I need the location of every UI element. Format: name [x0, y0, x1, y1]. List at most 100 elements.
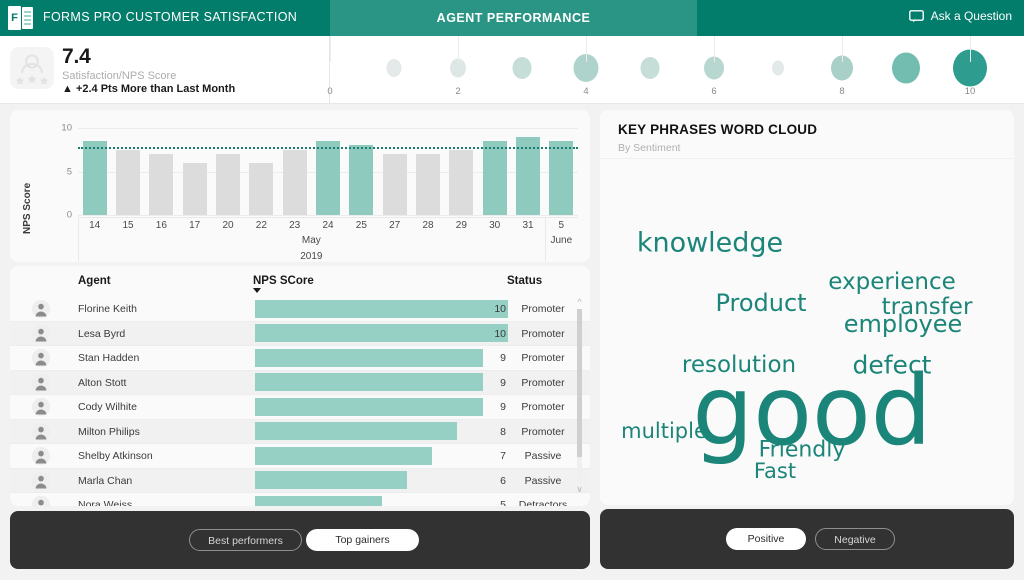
chart-bar[interactable] [249, 162, 274, 215]
chart-gridline [78, 215, 578, 216]
chart-bar[interactable] [149, 154, 174, 215]
chart-bar[interactable] [116, 149, 140, 215]
scroll-down-icon[interactable]: ∨ [575, 485, 584, 494]
chart-bar[interactable] [216, 154, 240, 215]
chart-year-label: 2019 [300, 251, 323, 262]
status-badge: Promoter [521, 303, 565, 315]
bubble-axis-tick [842, 36, 843, 62]
chat-bubble-icon [908, 9, 924, 23]
nps-score-bar [255, 495, 382, 506]
agent-name: Nora Weiss [78, 499, 133, 506]
chart-bar[interactable] [416, 154, 440, 215]
chart-x-tick: 31 [522, 220, 534, 231]
table-row[interactable]: Alton Stott 9 Promoter [10, 370, 590, 395]
bubble-axis-label: 8 [839, 86, 845, 97]
word-cloud-word[interactable]: resolution [682, 352, 796, 378]
chart-bar[interactable] [82, 141, 107, 215]
chart-gridline [78, 128, 578, 129]
agent-name: Shelby Atkinson [78, 450, 153, 462]
chart-bar[interactable] [549, 141, 574, 215]
nps-score-bar [255, 324, 508, 342]
agent-name: Stan Hadden [78, 352, 140, 364]
chart-reference-line [78, 147, 578, 150]
chart-x-tick: 17 [189, 220, 201, 231]
avatar-icon [32, 324, 50, 343]
column-header-status[interactable]: Status [507, 275, 542, 287]
table-row[interactable]: Florine Keith 10 Promoter [10, 297, 590, 322]
column-header-nps[interactable]: NPS SCore [253, 275, 314, 287]
chart-y-tick: 0 [66, 209, 72, 221]
logo-letter: F [8, 6, 21, 30]
score-distribution-bubbles: 0 2 4 6 8 10 [327, 36, 1024, 103]
negative-sentiment-button[interactable]: Negative [815, 528, 895, 550]
word-cloud-word[interactable]: experience [828, 269, 955, 295]
best-performers-button[interactable]: Best performers [189, 529, 302, 551]
nps-trend-chart[interactable]: NPS Score 0 5 10 14 15 16 17 20 22 23 24 25 27 28 29 30… [10, 110, 590, 262]
status-badge: Passive [524, 450, 562, 462]
avatar-icon [32, 349, 50, 367]
status-badge: Promoter [521, 401, 565, 413]
sort-descending-icon [253, 288, 261, 293]
status-badge: Promoter [521, 425, 565, 438]
avatar-icon [32, 496, 50, 506]
table-row[interactable]: Lesa Byrd 10 Promoter [10, 321, 590, 346]
table-row[interactable]: Nora Weiss 5 Detractors [10, 493, 590, 506]
nps-trend-card: NPS Score 0 5 10 14 15 16 17 20 22 23 24 25 27 28 29 30… [10, 110, 590, 262]
scrollbar-thumb[interactable] [577, 309, 582, 457]
score-bubble-1[interactable] [386, 59, 402, 77]
table-row[interactable]: Stan Hadden 9 Promoter [10, 346, 590, 371]
agent-table-card: Agent NPS SCore Status Florine Keith 10 Pr… [10, 266, 590, 506]
table-row[interactable]: Milton Philips 8 Promoter [10, 419, 590, 444]
chart-x-tick: 16 [155, 220, 167, 231]
scroll-up-icon[interactable]: ^ [575, 298, 584, 307]
avatar-icon [32, 422, 50, 441]
agent-name: Florine Keith [78, 303, 137, 315]
bubble-axis-label: 10 [964, 86, 976, 97]
nps-score-value: 7 [500, 450, 506, 462]
word-cloud-word[interactable]: employee [844, 310, 962, 338]
column-header-agent[interactable]: Agent [78, 275, 111, 287]
score-bubble-3[interactable] [512, 57, 532, 79]
bubble-axis-tick [714, 36, 715, 62]
logo-form-tile [22, 7, 33, 29]
top-gainers-button[interactable]: Top gainers [306, 529, 419, 551]
chart-axis-baseline [78, 217, 578, 218]
chart-bar[interactable] [282, 149, 307, 215]
bubble-axis-label: 6 [711, 86, 717, 97]
chart-x-tick: 24 [322, 220, 334, 231]
chart-x-tick: 30 [489, 220, 501, 231]
chart-bar[interactable] [349, 145, 374, 215]
word-cloud-word[interactable]: knowledge [637, 228, 783, 259]
table-row[interactable]: Shelby Atkinson 7 Passive [10, 444, 590, 469]
score-bubble-5[interactable] [640, 57, 660, 79]
table-row[interactable]: Cody Wilhite 9 Promoter [10, 395, 590, 420]
chart-x-tick: 25 [355, 220, 367, 231]
left-toggle-bar: Best performers Top gainers [10, 511, 590, 569]
chart-bar[interactable] [482, 141, 507, 215]
score-bubble-9[interactable] [892, 52, 920, 84]
nps-score-bar [255, 373, 483, 391]
agent-name: Cody Wilhite [78, 401, 137, 413]
table-header: Agent NPS SCore Status [10, 266, 590, 297]
app-header: F FORMS PRO CUSTOMER SATISFACTION AGENT … [0, 0, 1024, 36]
agent-name: Alton Stott [78, 376, 127, 389]
chart-bar[interactable] [316, 141, 340, 215]
word-cloud-word[interactable]: Product [715, 289, 806, 317]
nps-score-bar [255, 422, 458, 440]
word-cloud-word[interactable]: Fast [754, 459, 796, 483]
nps-score-bar [255, 471, 407, 489]
word-cloud-word[interactable]: defect [853, 351, 932, 380]
page-title[interactable]: AGENT PERFORMANCE [330, 0, 697, 36]
chart-bar[interactable] [382, 154, 407, 215]
table-row[interactable]: Marla Chan 6 Passive [10, 468, 590, 493]
chart-group-separator [78, 217, 79, 261]
bubble-axis-tick [330, 36, 331, 62]
ask-a-question-button[interactable]: Ask a Question [908, 9, 1012, 23]
chart-bar[interactable] [449, 149, 474, 215]
word-cloud-word[interactable]: multiple [621, 419, 707, 443]
chart-bar[interactable] [182, 162, 207, 215]
avatar-icon [32, 398, 50, 416]
table-scrollbar[interactable]: ^ ∨ [575, 297, 584, 497]
positive-sentiment-button[interactable]: Positive [726, 528, 806, 550]
score-bubble-7[interactable] [772, 60, 784, 76]
